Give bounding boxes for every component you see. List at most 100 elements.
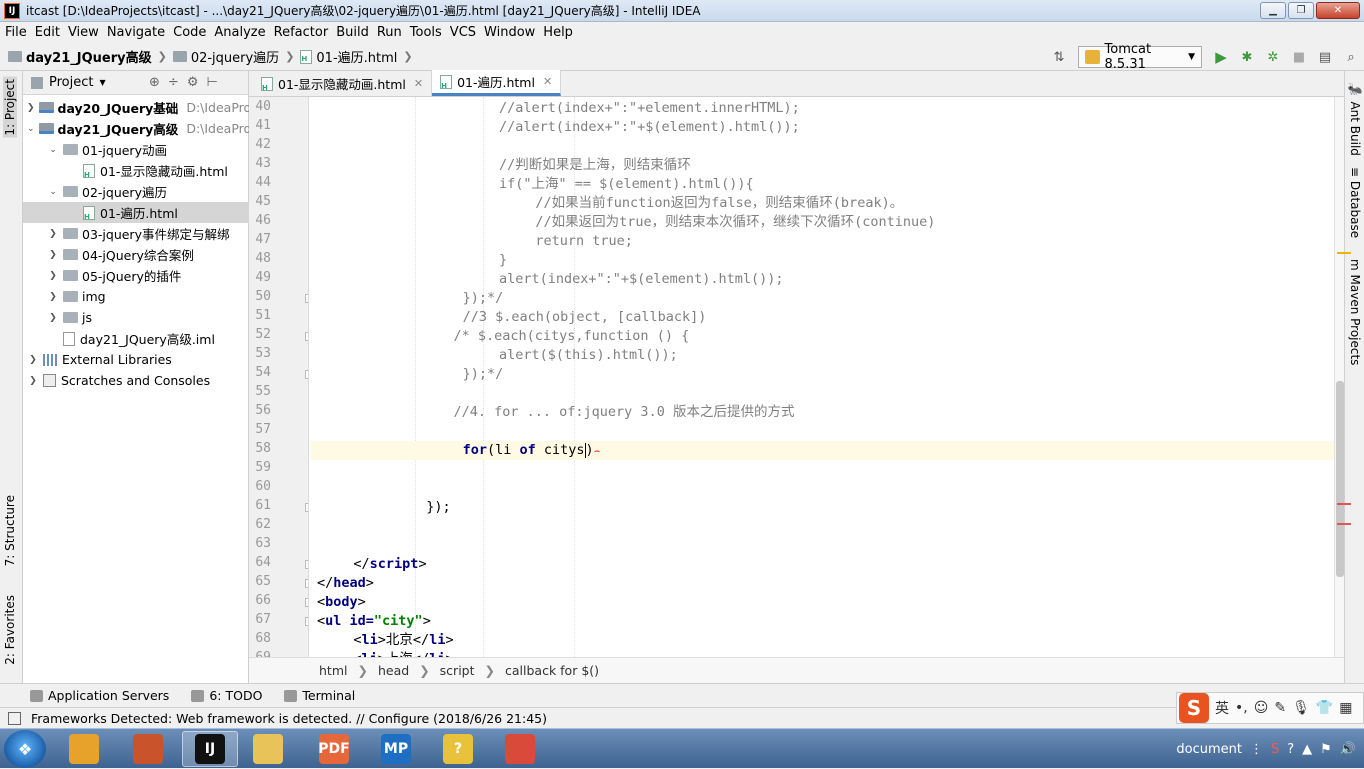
bottom-tab[interactable]: 6: TODO (191, 688, 262, 703)
tray-help-icon[interactable]: ? (1287, 742, 1294, 757)
menu-build[interactable]: Build (333, 25, 372, 40)
locate-icon[interactable]: ⊕ (149, 75, 160, 90)
debug-icon[interactable]: ✱ (1237, 47, 1257, 67)
code-line[interactable]: //4. for ... of:jquery 3.0 版本之后提供的方式 (311, 403, 1334, 422)
minimize-button[interactable]: ▁ (1260, 2, 1286, 19)
fold-marker-icon[interactable] (305, 598, 308, 607)
editor-tab[interactable]: H 01-显示隐藏动画.html ✕ (253, 71, 433, 96)
chevron-right-icon[interactable]: ❯ (47, 292, 59, 302)
error-marker[interactable] (1337, 523, 1351, 525)
menu-help[interactable]: Help (540, 25, 576, 40)
tree-item[interactable]: H 01-显示隐藏动画.html (23, 160, 249, 181)
menu-view[interactable]: View (65, 25, 102, 40)
editor-breadcrumb-item[interactable]: script (440, 663, 475, 678)
code-line[interactable]: //alert(index+":"+$(element).html()); (311, 118, 1334, 137)
punctuation-icon[interactable]: •, (1235, 700, 1248, 716)
tree-item[interactable]: H 01-遍历.html (23, 202, 249, 223)
start-button[interactable]: ❖ (4, 730, 46, 768)
chevron-right-icon[interactable]: ❯ (47, 271, 59, 281)
microphone-icon[interactable]: 🎙 (1292, 700, 1310, 716)
warning-marker[interactable] (1337, 252, 1351, 254)
taskbar-explorer-app[interactable] (240, 731, 296, 767)
tree-item[interactable]: ❯ External Libraries (23, 349, 249, 370)
chevron-right-icon[interactable]: ❯ (27, 355, 39, 365)
code-line[interactable]: for(li of citys)⌢ (311, 441, 1334, 460)
close-button[interactable]: ✕ (1316, 2, 1360, 19)
scrollbar-thumb[interactable] (1336, 381, 1344, 577)
menu-tools[interactable]: Tools (407, 25, 445, 40)
coverage-icon[interactable]: ✲ (1263, 47, 1283, 67)
chevron-right-icon[interactable]: ❯ (27, 376, 39, 386)
tray-document-label[interactable]: document (1176, 742, 1242, 757)
project-structure-icon[interactable]: ▤ (1315, 47, 1335, 67)
menu-file[interactable]: File (2, 25, 30, 40)
code-line[interactable]: <li>上海</li> (311, 650, 1334, 657)
error-marker[interactable] (1337, 503, 1351, 505)
tray-sogou-icon[interactable]: S (1271, 742, 1279, 757)
run-configuration-select[interactable]: Tomcat 8.5.31 ▼ (1078, 42, 1202, 72)
fold-marker-icon[interactable] (305, 294, 308, 303)
code-line[interactable]: //判断如果是上海，则结束循环 (311, 156, 1334, 175)
close-tab-icon[interactable]: ✕ (414, 77, 423, 90)
code-line[interactable]: });*/ (311, 365, 1334, 384)
stop-icon[interactable]: ■ (1289, 47, 1309, 67)
chevron-down-icon[interactable]: ⌄ (47, 145, 59, 155)
chevron-right-icon[interactable]: ❯ (27, 103, 35, 113)
menu-window[interactable]: Window (481, 25, 538, 40)
fold-marker-icon[interactable] (305, 579, 308, 588)
menu-vcs[interactable]: VCS (447, 25, 479, 40)
taskbar-help-app[interactable]: ? (430, 731, 486, 767)
chevron-down-icon[interactable]: ▼ (99, 78, 105, 87)
menu-code[interactable]: Code (170, 25, 209, 40)
maximize-button[interactable]: ❐ (1288, 2, 1314, 19)
code-line[interactable] (311, 384, 1334, 403)
chevron-down-icon[interactable]: ⌄ (27, 124, 35, 134)
bottom-tab[interactable]: Terminal (284, 688, 355, 703)
code-line[interactable]: //3 $.each(object, [callback]) (311, 308, 1334, 327)
search-icon[interactable]: ⌕ (1341, 47, 1361, 67)
code-line[interactable] (311, 137, 1334, 156)
tray-network-icon[interactable]: ▲ (1302, 742, 1312, 757)
sort-icon[interactable]: ⇅ (1049, 47, 1069, 67)
fold-marker-icon[interactable] (305, 370, 308, 379)
close-tab-icon[interactable]: ✕ (543, 75, 552, 88)
tree-item[interactable]: ❯ Scratches and Consoles (23, 370, 249, 391)
menu-analyze[interactable]: Analyze (211, 25, 268, 40)
code-line[interactable] (311, 479, 1334, 498)
code-line[interactable] (311, 536, 1334, 555)
code-line[interactable]: <li>北京</li> (311, 631, 1334, 650)
grid-icon[interactable]: ▦ (1339, 700, 1352, 716)
editor-breadcrumb-item[interactable]: callback for $() (505, 663, 599, 678)
code-line[interactable]: //如果返回为true，则结束本次循环，继续下次循环(continue) (311, 213, 1334, 232)
tree-item[interactable]: day21_JQuery高级.iml (23, 328, 249, 349)
breadcrumb-module[interactable]: day21_JQuery高级 (8, 47, 152, 66)
tree-item[interactable]: ⌄ 01-jquery动画 (23, 139, 249, 160)
editor-breadcrumb-item[interactable]: head (378, 663, 409, 678)
chevron-right-icon[interactable]: ❯ (47, 250, 59, 260)
code-line[interactable]: //如果当前function返回为false，则结束循环(break)。 (311, 194, 1334, 213)
hide-panel-icon[interactable]: ⊢ (206, 75, 217, 90)
run-icon[interactable]: ▶ (1211, 47, 1231, 67)
shirt-icon[interactable]: 👕 (1316, 700, 1333, 716)
taskbar-mp-app[interactable]: MP (368, 731, 424, 767)
code-line[interactable]: //alert(index+":"+element.innerHTML); (311, 99, 1334, 118)
code-line[interactable]: </head> (311, 574, 1334, 593)
ant-build-tool-tab[interactable]: 🐜 Ant Build (1348, 83, 1362, 156)
code-line[interactable]: </script> (311, 555, 1334, 574)
code-line[interactable]: alert($(this).html()); (311, 346, 1334, 365)
code-line[interactable]: <ul id="city"> (311, 612, 1334, 631)
taskbar-intellij-app[interactable]: IJ (182, 731, 238, 767)
code-line[interactable]: });*/ (311, 289, 1334, 308)
breadcrumb-folder[interactable]: 02-jquery遍历 (172, 47, 279, 66)
editor-scrollbar[interactable] (1334, 97, 1344, 657)
bottom-tab[interactable]: Application Servers (30, 688, 169, 703)
tree-item[interactable]: ⌄ 02-jquery遍历 (23, 181, 249, 202)
tree-item[interactable]: ❯ img (23, 286, 249, 307)
tray-flag-icon[interactable]: ⚑ (1320, 742, 1332, 757)
structure-tool-tab[interactable]: 7: Structure (3, 495, 17, 566)
chevron-right-icon[interactable]: ❯ (47, 229, 59, 239)
editor-breadcrumb-item[interactable]: html (319, 663, 347, 678)
tree-item[interactable]: ❯ 04-jQuery综合案例 (23, 244, 249, 265)
tree-item[interactable]: ❯ 05-jQuery的插件 (23, 265, 249, 286)
project-view-select[interactable]: Project (49, 75, 93, 90)
